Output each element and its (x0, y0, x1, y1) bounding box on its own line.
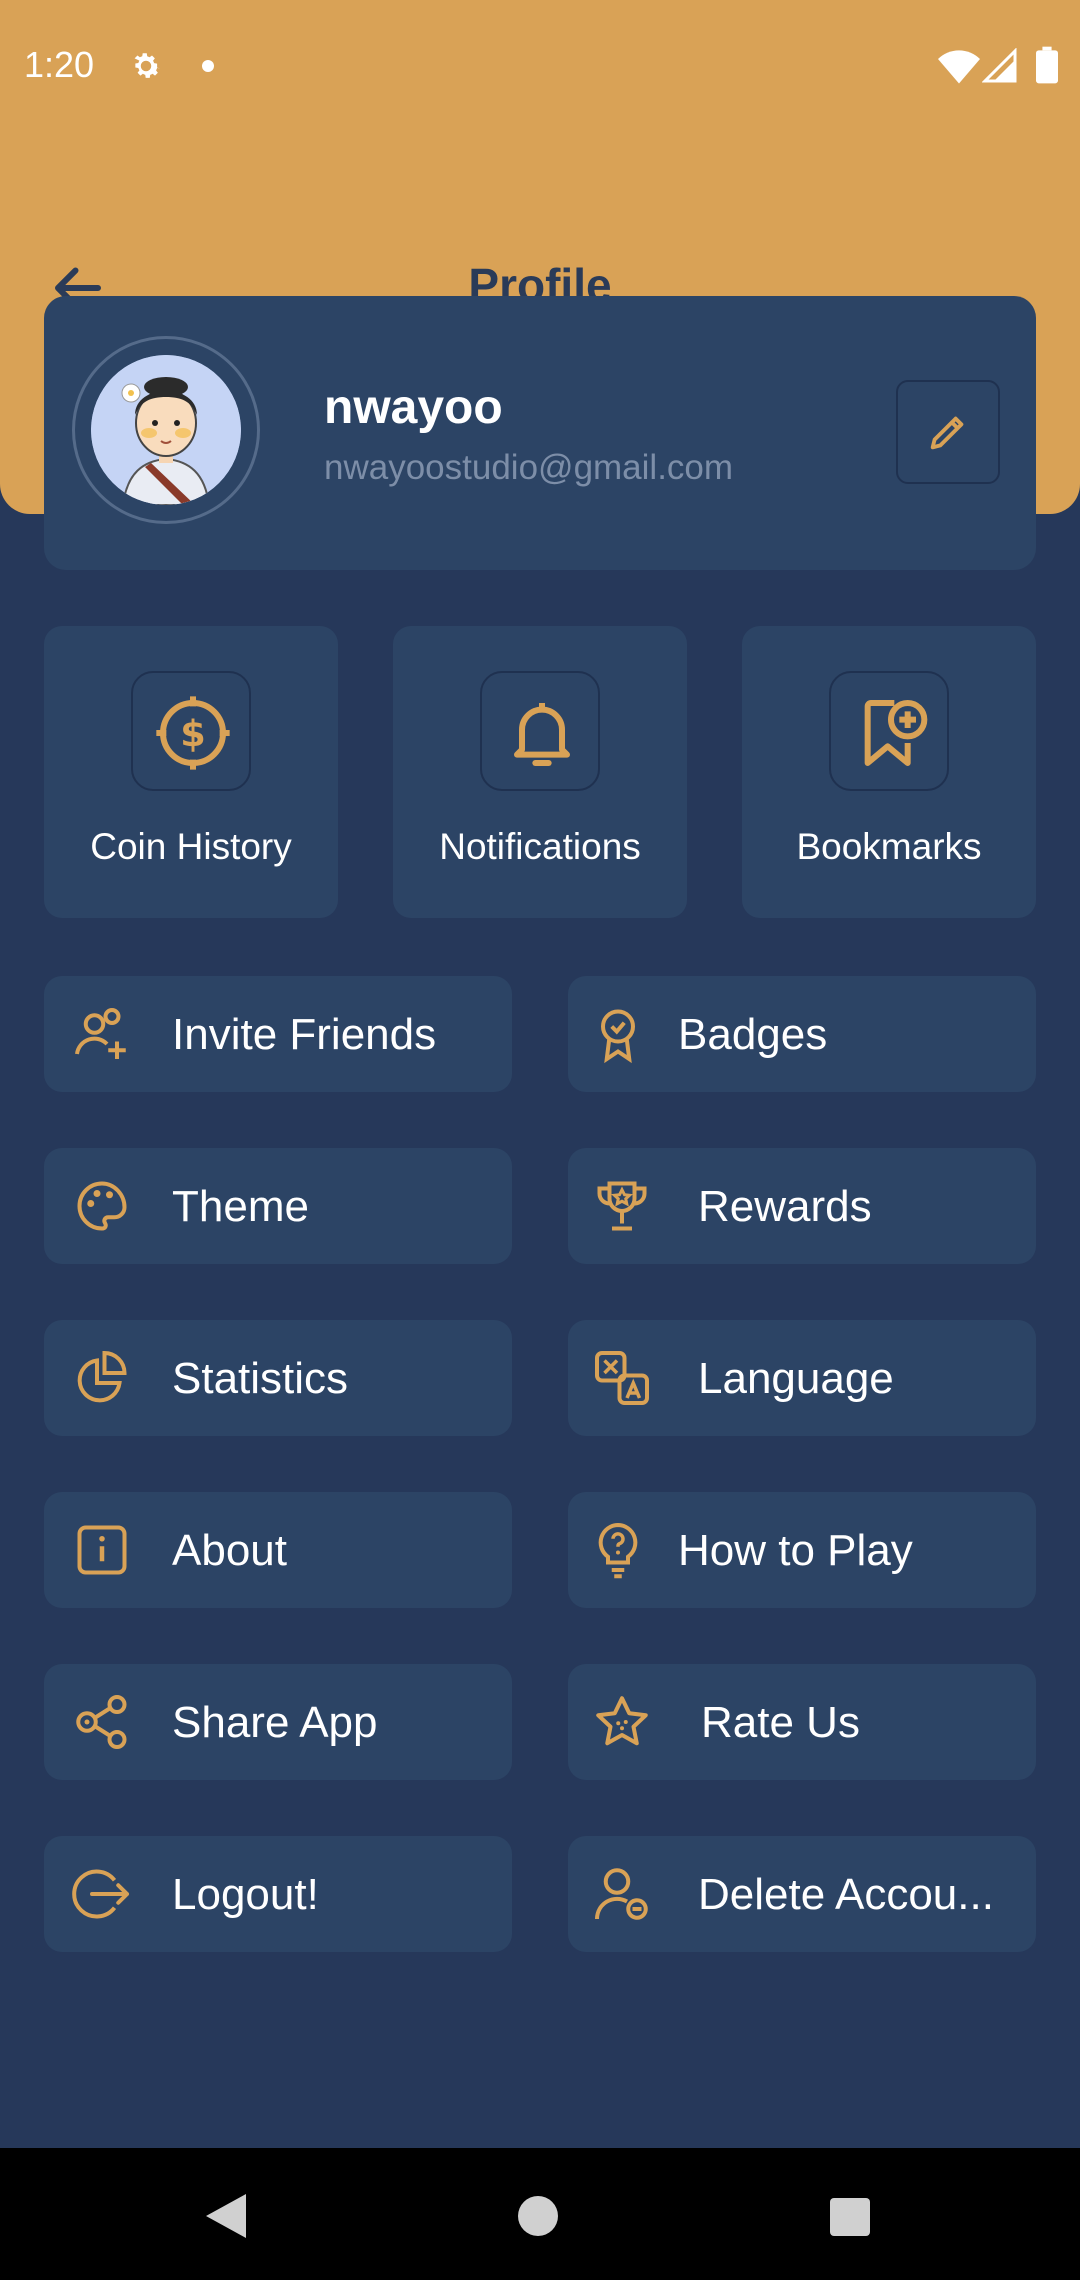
nav-home-icon[interactable] (518, 2196, 558, 2236)
rewards-button[interactable]: Rewards (568, 1148, 1036, 1264)
tile-icon-box (480, 671, 600, 791)
pie-chart-icon (77, 1350, 127, 1403)
statistics-button[interactable]: Statistics (44, 1320, 512, 1436)
question-bulb-icon (598, 1522, 638, 1579)
tile-label: Bookmarks (796, 826, 982, 867)
menu-label: Delete Accou... (698, 1870, 994, 1919)
profile-card: nwayoo nwayoostudio@gmail.com (44, 296, 1036, 570)
tile-label: Notifications (439, 826, 641, 867)
menu-label: About (172, 1526, 287, 1575)
menu-label: Rewards (698, 1182, 872, 1231)
about-button[interactable]: About (44, 1492, 512, 1608)
tile-coin-history[interactable]: $ Coin History (44, 626, 338, 918)
nav-back-icon[interactable] (206, 2194, 246, 2238)
edit-profile-button[interactable] (896, 380, 1000, 484)
share-icon (76, 1695, 127, 1749)
menu-label: Language (698, 1354, 894, 1403)
translate-icon (595, 1351, 649, 1405)
coin-icon: $ (156, 696, 230, 770)
badges-button[interactable]: Badges (568, 976, 1036, 1092)
bell-icon (514, 703, 570, 766)
profile-name: nwayoo (324, 381, 503, 434)
trophy-icon (597, 1181, 647, 1231)
signal-icon (982, 48, 1017, 83)
tile-label: Coin History (90, 826, 292, 867)
svg-text:$: $ (180, 712, 206, 755)
profile-email: nwayoostudio@gmail.com (324, 448, 734, 487)
delete-account-button[interactable]: Delete Accou... (568, 1836, 1036, 1952)
palette-icon (77, 1181, 127, 1231)
nav-recents-icon[interactable] (830, 2198, 870, 2236)
how-to-play-button[interactable]: How to Play (568, 1492, 1036, 1608)
tile-bookmarks[interactable]: Bookmarks (742, 626, 1036, 918)
tile-icon-box (829, 671, 949, 791)
rate-us-button[interactable]: Rate Us (568, 1664, 1036, 1780)
menu-label: Logout! (172, 1870, 319, 1919)
tile-icon-box: $ (131, 671, 251, 791)
logout-button[interactable]: Logout! (44, 1836, 512, 1952)
system-nav-bar (0, 2148, 1080, 2280)
avatar-illustration-icon (91, 355, 241, 505)
info-icon (77, 1525, 127, 1575)
menu-label: Theme (172, 1182, 309, 1231)
delete-user-icon (594, 1868, 648, 1920)
status-time: 1:20 (24, 44, 95, 85)
share-app-button[interactable]: Share App (44, 1664, 512, 1780)
menu-label: Badges (678, 1010, 828, 1059)
menu-label: Share App (172, 1698, 378, 1747)
menu-label: How to Play (678, 1526, 913, 1575)
menu-label: Invite Friends (172, 1010, 437, 1059)
bookmark-add-icon (864, 700, 928, 766)
invite-friends-button[interactable]: Invite Friends (44, 976, 512, 1092)
wifi-icon (938, 50, 980, 84)
menu-label: Statistics (172, 1354, 349, 1403)
notification-dot-icon (202, 60, 214, 72)
battery-icon (1036, 46, 1058, 84)
status-bar: 1:20 (0, 0, 1080, 134)
invite-friends-icon (75, 1008, 126, 1059)
star-icon (596, 1696, 648, 1746)
theme-button[interactable]: Theme (44, 1148, 512, 1264)
logout-icon (72, 1869, 129, 1919)
avatar[interactable] (91, 355, 241, 505)
pencil-icon (930, 416, 964, 450)
settings-gear-icon (134, 53, 161, 78)
badge-icon (601, 1009, 635, 1064)
tile-notifications[interactable]: Notifications (393, 626, 687, 918)
avatar-ring (72, 336, 260, 524)
language-button[interactable]: Language (568, 1320, 1036, 1436)
menu-label: Rate Us (701, 1698, 860, 1747)
